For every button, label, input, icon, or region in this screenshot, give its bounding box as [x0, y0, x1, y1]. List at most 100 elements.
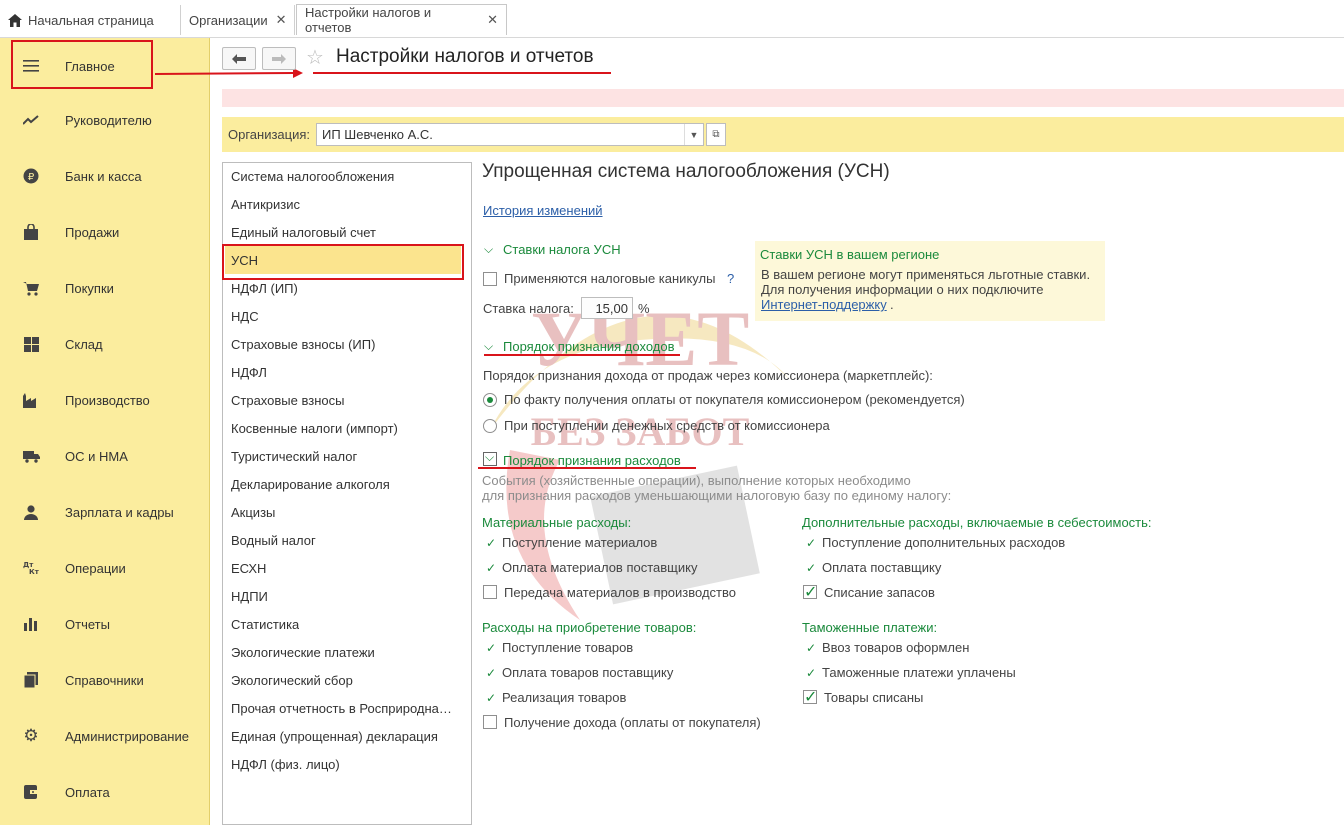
sidebar-item-warehouse[interactable]: Склад: [0, 316, 210, 372]
tab-organizations-label: Организации: [189, 12, 268, 28]
forward-button[interactable]: [262, 47, 296, 70]
check-icon: ✓: [806, 641, 817, 655]
sidebar-item-salary[interactable]: Зарплата и кадры: [0, 484, 210, 540]
chevron-down-icon[interactable]: ⌵: [484, 242, 493, 257]
arrow-right-icon: [272, 53, 286, 64]
check-icon: ✓: [806, 666, 817, 680]
inventory-writeoff-checkbox[interactable]: [803, 582, 817, 602]
sidebar-item-label: Оплата: [65, 784, 110, 800]
tab-home[interactable]: Начальная страница: [0, 5, 181, 35]
expense-section-title[interactable]: Порядок признания расходов: [503, 453, 681, 468]
sidebar-item-label: Продажи: [65, 224, 120, 240]
internet-support-link[interactable]: Интернет-поддержку: [761, 297, 887, 312]
check-icon: ✓: [806, 536, 817, 550]
open-icon[interactable]: ⧉: [706, 123, 726, 146]
nav-item[interactable]: Водный налог: [231, 533, 316, 548]
expense-section-toggle[interactable]: ⌵: [483, 450, 497, 466]
sidebar-item-production[interactable]: Производство: [0, 372, 210, 428]
annotation-box: [222, 244, 464, 280]
sidebar-item-manager[interactable]: Руководителю: [0, 92, 210, 148]
goods-item: Поступление товаров: [502, 640, 634, 655]
additional-item: Поступление дополнительных расходов: [822, 535, 1066, 550]
check-icon: ✓: [486, 641, 497, 655]
income-option-2-label: При поступлении денежных средств от коми…: [504, 418, 830, 433]
rate-label: Ставка налога:: [483, 301, 574, 316]
tab-tax-settings[interactable]: Настройки налогов и отчетов ✕: [296, 4, 507, 35]
sidebar-item-admin[interactable]: ⚙ Администрирование: [0, 708, 210, 764]
sidebar-item-operations[interactable]: Дт Кт Операции: [0, 540, 210, 596]
sidebar-item-purchases[interactable]: Покупки: [0, 260, 210, 316]
customs-item: Товары списаны: [824, 690, 924, 705]
info-line2: Для получения информации о них подключит…: [761, 282, 1044, 297]
goods-written-off-checkbox[interactable]: [803, 687, 817, 707]
nav-item[interactable]: НДФЛ: [231, 365, 267, 380]
sidebar-item-sales[interactable]: Продажи: [0, 204, 210, 260]
trend-icon: [22, 111, 40, 129]
customs-title: Таможенные платежи:: [802, 620, 938, 635]
rate-input[interactable]: 15,00: [581, 297, 633, 319]
sidebar-item-bank[interactable]: ₽ Банк и касса: [0, 148, 210, 204]
nav-item[interactable]: Система налогообложения: [231, 169, 394, 184]
check-icon: ✓: [486, 561, 497, 575]
nav-item[interactable]: Косвенные налоги (импорт): [231, 421, 398, 436]
goods-item: Получение дохода (оплаты от покупателя): [504, 715, 761, 730]
nav-item[interactable]: Единая (упрощенная) декларация: [231, 729, 438, 744]
nav-item[interactable]: Туристический налог: [231, 449, 357, 464]
material-title: Материальные расходы:: [482, 515, 632, 530]
chevron-down-icon: ⌵: [485, 450, 495, 464]
nav-item[interactable]: Антикризис: [231, 197, 300, 212]
factory-icon: [22, 391, 40, 409]
back-button[interactable]: [222, 47, 256, 70]
nav-item[interactable]: Декларирование алкоголя: [231, 477, 390, 492]
income-received-checkbox[interactable]: [483, 715, 497, 729]
person-icon: [22, 503, 40, 521]
sidebar-item-directories[interactable]: Справочники: [0, 652, 210, 708]
nav-item[interactable]: ЕСХН: [231, 561, 266, 576]
nav-item[interactable]: Страховые взносы (ИП): [231, 337, 375, 352]
rates-section-title[interactable]: Ставки налога УСН: [503, 242, 621, 257]
additional-title: Дополнительные расходы, включаемые в себ…: [802, 515, 1152, 530]
arrow-left-icon: [232, 53, 246, 64]
chevron-down-icon[interactable]: ⌵: [484, 339, 493, 354]
income-option-2-radio[interactable]: [483, 419, 497, 433]
nav-item[interactable]: Статистика: [231, 617, 299, 632]
material-transfer-checkbox[interactable]: [483, 585, 497, 599]
info-dot: .: [890, 297, 894, 312]
chevron-down-icon[interactable]: ▼: [684, 124, 703, 145]
income-option-1-label: По факту получения оплаты от покупателя …: [504, 392, 965, 407]
income-option-1-radio[interactable]: [483, 393, 497, 407]
tax-holidays-checkbox[interactable]: [483, 272, 497, 286]
close-icon[interactable]: ✕: [276, 12, 287, 28]
nav-item[interactable]: УСН: [231, 253, 258, 268]
help-icon[interactable]: ?: [727, 271, 734, 286]
nav-item[interactable]: НДФЛ (ИП): [231, 281, 298, 296]
nav-item[interactable]: Единый налоговый счет: [231, 225, 376, 240]
expense-desc-line2: для признания расходов уменьшающими нало…: [482, 488, 952, 503]
star-icon[interactable]: ☆: [306, 45, 324, 70]
sidebar-item-reports[interactable]: Отчеты: [0, 596, 210, 652]
tab-organizations[interactable]: Организации ✕: [181, 5, 295, 35]
sidebar-item-assets[interactable]: ОС и НМА: [0, 428, 210, 484]
history-link[interactable]: История изменений: [483, 203, 603, 218]
sidebar-item-label: Администрирование: [65, 728, 189, 744]
customs-item: Ввоз товаров оформлен: [822, 640, 970, 655]
check-icon: ✓: [806, 561, 817, 575]
nav-item[interactable]: Прочая отчетность в Росприродна…: [231, 701, 452, 716]
nav-item[interactable]: Акцизы: [231, 505, 275, 520]
message-bar: [222, 89, 1344, 107]
nav-item[interactable]: НДПИ: [231, 589, 268, 604]
close-icon[interactable]: ✕: [487, 12, 498, 28]
goods-title: Расходы на приобретение товаров:: [482, 620, 697, 635]
material-item: Оплата материалов поставщику: [502, 560, 698, 575]
sidebar-item-payment[interactable]: Оплата: [0, 764, 210, 820]
nav-item[interactable]: НДФЛ (физ. лицо): [231, 757, 340, 772]
nav-item[interactable]: Страховые взносы: [231, 393, 344, 408]
nav-item[interactable]: Экологический сбор: [231, 673, 353, 688]
income-section-title[interactable]: Порядок признания доходов: [503, 339, 675, 354]
bar-chart-icon: [22, 615, 40, 633]
nav-item[interactable]: НДС: [231, 309, 259, 324]
additional-item: Списание запасов: [824, 585, 935, 600]
home-icon: [8, 13, 22, 27]
org-field[interactable]: ИП Шевченко А.С.: [316, 123, 704, 146]
nav-item[interactable]: Экологические платежи: [231, 645, 375, 660]
